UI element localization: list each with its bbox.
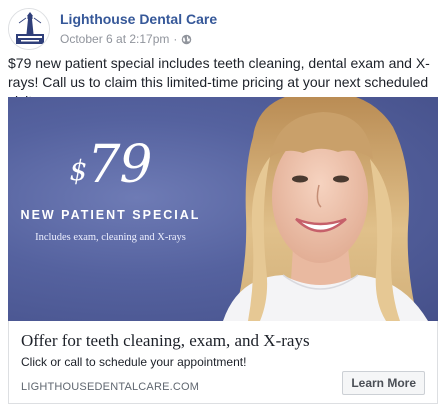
post-timestamp[interactable]: October 6 at 2:17pm bbox=[60, 32, 169, 46]
ad-image[interactable]: $79 NEW PATIENT SPECIAL Includes exam, c… bbox=[8, 97, 438, 321]
page-avatar[interactable] bbox=[8, 8, 50, 50]
link-preview-card[interactable]: Offer for teeth cleaning, exam, and X-ra… bbox=[8, 321, 438, 404]
meta-separator: · bbox=[173, 32, 178, 46]
price-value: 79 bbox=[87, 135, 152, 195]
price-symbol: $ bbox=[69, 154, 88, 187]
link-domain: LIGHTHOUSEDENTALCARE.COM bbox=[21, 381, 200, 393]
lighthouse-logo-icon bbox=[9, 9, 49, 49]
link-title[interactable]: Offer for teeth cleaning, exam, and X-ra… bbox=[21, 331, 310, 351]
ad-price: $79 bbox=[8, 135, 213, 195]
learn-more-button[interactable]: Learn More bbox=[342, 371, 425, 395]
ad-subline: Includes exam, cleaning and X-rays bbox=[35, 232, 186, 243]
post-header: Lighthouse Dental Care October 6 at 2:17… bbox=[8, 8, 438, 50]
facebook-post: Lighthouse Dental Care October 6 at 2:17… bbox=[0, 0, 446, 411]
ad-headline: NEW PATIENT SPECIAL bbox=[20, 208, 201, 222]
globe-icon[interactable] bbox=[181, 34, 192, 45]
link-description: Click or call to schedule your appointme… bbox=[21, 355, 247, 369]
page-name-link[interactable]: Lighthouse Dental Care bbox=[60, 11, 217, 27]
post-meta: October 6 at 2:17pm · bbox=[60, 32, 192, 46]
